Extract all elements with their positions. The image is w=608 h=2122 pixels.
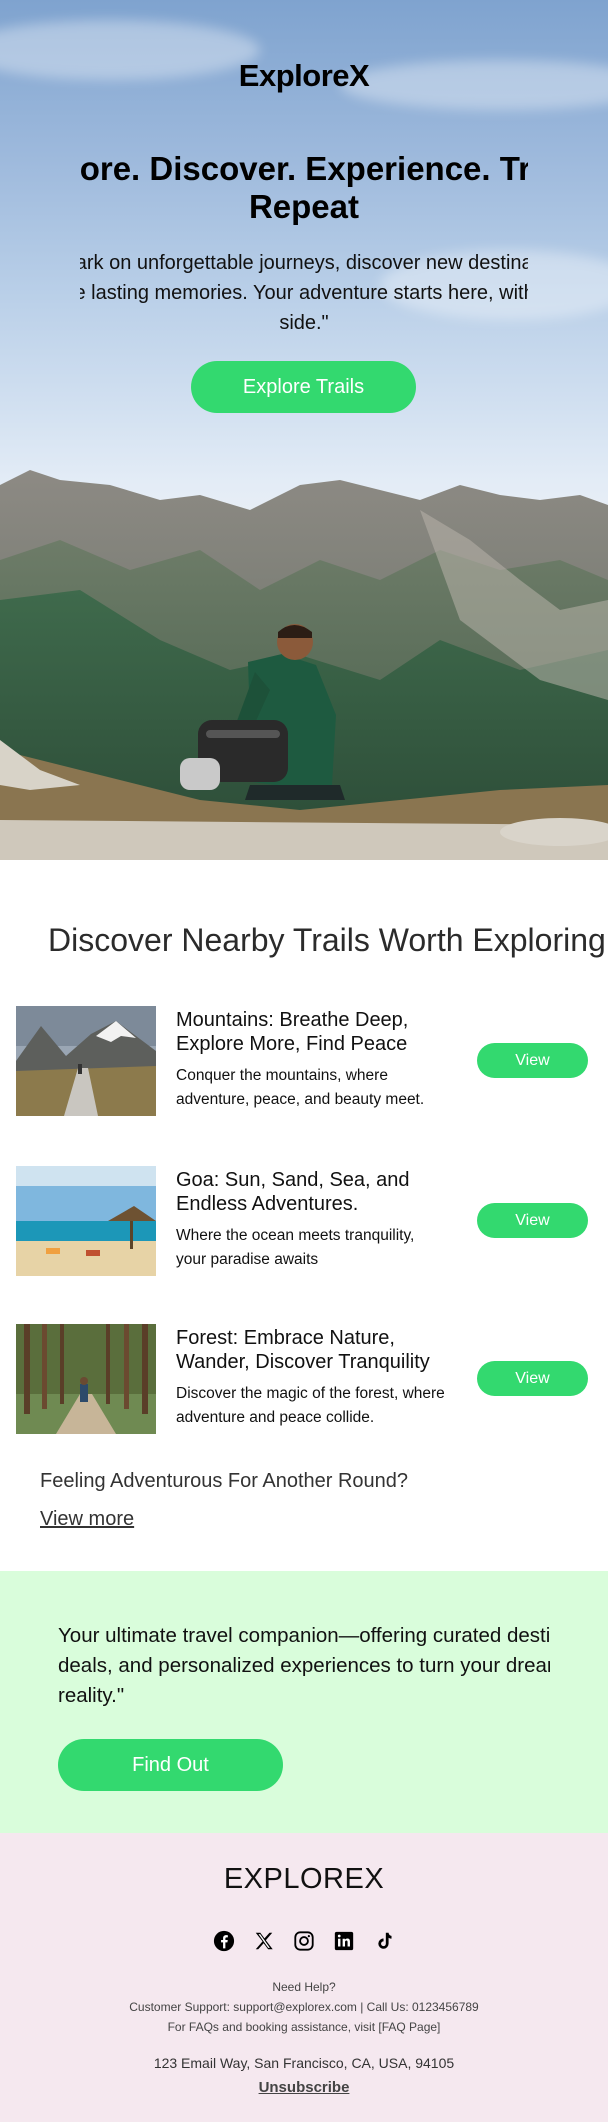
hero-subtitle-line: create lasting memories. Your adventure … (80, 282, 528, 304)
social-links (0, 1929, 608, 1953)
promo-text: Your ultimate travel companion—offering … (58, 1621, 550, 1711)
linkedin-icon[interactable] (332, 1929, 356, 1953)
trail-thumbnail-goa (16, 1166, 156, 1276)
view-button[interactable]: View (477, 1043, 588, 1078)
need-help-text: Need Help? (272, 1980, 336, 1994)
trails-section-title: Discover Nearby Trails Worth Exploring (48, 922, 606, 958)
instagram-icon[interactable] (292, 1929, 316, 1953)
trail-title: Mountains: Breathe Deep, Explore More, F… (176, 1009, 409, 1055)
mountain-hiker-image (0, 470, 608, 860)
more-question-text: Feeling Adventurous For Another Round? (40, 1470, 409, 1492)
trail-description: Conquer the mountains, where adventure, … (176, 1067, 425, 1108)
address-text: 123 Email Way, San Francisco, CA, USA, 9… (153, 2055, 455, 2071)
promo-text-line: Your ultimate travel companion—offering … (58, 1624, 550, 1647)
trail-card-forest: Forest: Embrace Nature, Wander, Discover… (16, 1324, 592, 1434)
trail-title: Forest: Embrace Nature, Wander, Discover… (176, 1327, 430, 1373)
hero-subtitle-line: side." (279, 312, 329, 334)
hero-subtitle: "Embark on unforgettable journeys, disco… (80, 248, 528, 338)
footer: EXPLOREX Need Help? Customer Support: su… (0, 1833, 608, 2122)
promo-text-line: deals, and personalized experiences to t… (58, 1654, 550, 1677)
footer-logo: EXPLOREX (223, 1863, 385, 1895)
trail-description: Where the ocean meets tranquility, your … (176, 1227, 415, 1268)
promo-text-line: reality." (58, 1684, 125, 1707)
view-button[interactable]: View (477, 1203, 588, 1238)
promo-section: Your ultimate travel companion—offering … (0, 1571, 608, 1833)
trail-description: Discover the magic of the forest, where … (176, 1385, 445, 1426)
tiktok-icon[interactable] (372, 1929, 396, 1953)
unsubscribe-link[interactable]: Unsubscribe (0, 2079, 608, 2096)
facebook-icon[interactable] (212, 1929, 236, 1953)
faq-text: For FAQs and booking assistance, visit [… (167, 2020, 441, 2034)
explore-trails-button[interactable]: Explore Trails (191, 361, 416, 413)
hero-subtitle-line: "Embark on unforgettable journeys, disco… (80, 252, 528, 274)
find-out-button[interactable]: Find Out (58, 1739, 283, 1791)
hero-headline-line: Explore. Discover. Experience. Travel. (80, 150, 528, 187)
trail-card-goa: Goa: Sun, Sand, Sea, and Endless Adventu… (16, 1166, 592, 1276)
x-icon[interactable] (252, 1929, 276, 1953)
hero-headline-line: Repeat (248, 188, 360, 225)
trail-title: Goa: Sun, Sand, Sea, and Endless Adventu… (176, 1169, 410, 1215)
view-more-link[interactable]: View more (40, 1508, 134, 1531)
view-button[interactable]: View (477, 1361, 588, 1396)
support-contact-text: Customer Support: support@explorex.com |… (129, 2000, 479, 2014)
hero-headline: Explore. Discover. Experience. Travel. R… (80, 150, 528, 226)
trail-card-mountains: Mountains: Breathe Deep, Explore More, F… (16, 1006, 592, 1116)
trail-thumbnail-forest (16, 1324, 156, 1434)
hero-brand-title: ExploreX (238, 58, 370, 93)
trail-thumbnail-mountains (16, 1006, 156, 1116)
hero-banner: ExploreX Explore. Discover. Experience. … (0, 0, 608, 860)
